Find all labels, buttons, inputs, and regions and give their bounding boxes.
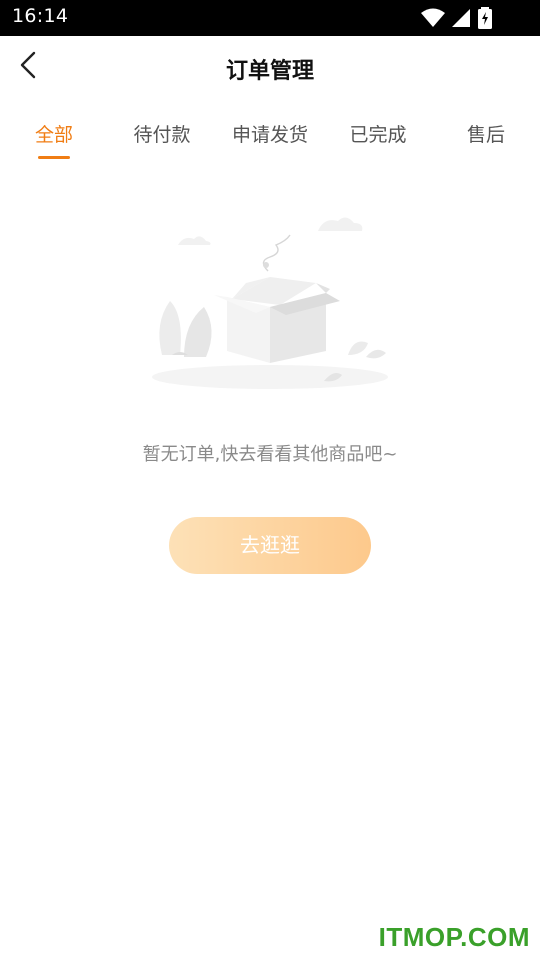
go-shopping-button[interactable]: 去逛逛 [169, 517, 371, 574]
wifi-icon [421, 8, 445, 27]
cellular-signal-icon [452, 9, 470, 27]
empty-box-illustration [152, 217, 388, 389]
status-bar: 16:14 [0, 0, 540, 36]
tab-all[interactable]: 全部 [35, 120, 73, 164]
status-time: 16:14 [12, 5, 69, 27]
page-title: 订单管理 [225, 59, 314, 84]
empty-state-message: 暂无订单,快去看看其他商品吧~ [142, 444, 398, 465]
tab-label: 申请发货 [231, 124, 309, 146]
tab-label: 售后 [466, 124, 506, 146]
order-tabs: 全部 待付款 申请发货 已完成 售后 [0, 110, 540, 166]
watermark-logo: ITMOP.COM [378, 922, 530, 952]
tab-completed[interactable]: 已完成 [349, 120, 406, 164]
tab-label: 已完成 [349, 124, 407, 146]
battery-charging-icon [478, 7, 492, 29]
nav-bar: 订单管理 [0, 36, 540, 100]
tab-pending-payment[interactable]: 待付款 [133, 120, 190, 164]
tab-active-indicator [37, 156, 70, 159]
tab-label: 待付款 [133, 124, 191, 146]
tab-request-shipment[interactable]: 申请发货 [232, 120, 308, 164]
tab-after-sales[interactable]: 售后 [467, 120, 505, 164]
tab-label: 全部 [34, 124, 74, 146]
status-icons [420, 7, 500, 29]
